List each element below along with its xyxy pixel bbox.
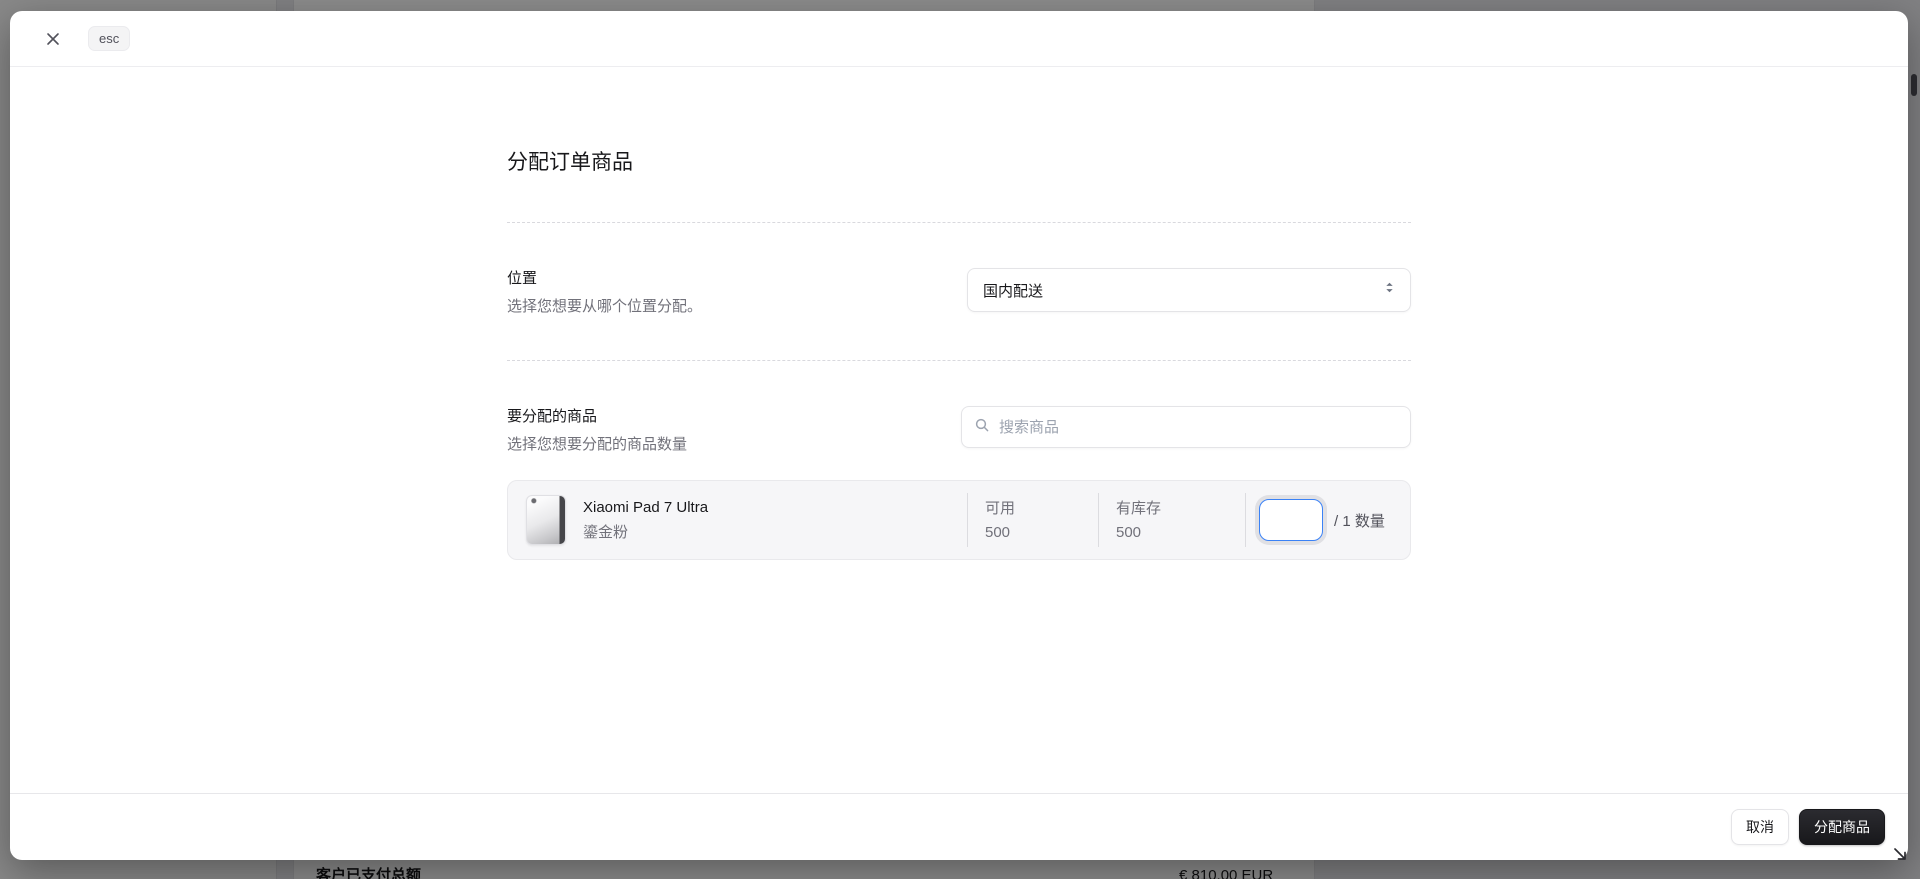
product-text: Xiaomi Pad 7 Ultra 鎏金粉 — [583, 498, 708, 542]
search-icon — [974, 417, 990, 438]
dialog-title: 分配订单商品 — [507, 151, 633, 174]
location-select-value: 国内配送 — [983, 282, 1044, 300]
in-stock-value: 500 — [1116, 523, 1142, 541]
modal-content: 分配订单商品 位置 选择您想要从哪个位置分配。 国内配送 要分配的商品 选择您想… — [507, 67, 1411, 560]
divider — [507, 360, 1411, 361]
location-section: 位置 选择您想要从哪个位置分配。 国内配送 — [507, 268, 1411, 316]
items-label: 要分配的商品 — [507, 408, 598, 425]
close-button[interactable] — [40, 26, 66, 52]
location-label: 位置 — [507, 270, 538, 287]
available-value: 500 — [985, 523, 1011, 541]
in-stock-label: 有库存 — [1116, 499, 1162, 517]
product-row: Xiaomi Pad 7 Ultra 鎏金粉 可用 500 有库存 500 / … — [507, 480, 1411, 560]
items-section: 要分配的商品 选择您想要分配的商品数量 — [507, 406, 1411, 454]
product-row-main: Xiaomi Pad 7 Ultra 鎏金粉 — [508, 481, 967, 559]
location-section-text: 位置 选择您想要从哪个位置分配。 — [507, 268, 951, 316]
modal-footer: 取消 分配商品 — [10, 793, 1908, 860]
available-label: 可用 — [985, 499, 1016, 517]
product-search-box — [961, 406, 1411, 448]
in-stock-stat: 有库存 500 — [1098, 493, 1245, 547]
quantity-cell: / 1 数量 — [1245, 493, 1410, 547]
available-stat: 可用 500 — [967, 493, 1098, 547]
product-thumbnail — [526, 495, 566, 545]
chevron-up-down-icon — [1382, 280, 1397, 300]
allocate-order-items-modal: esc 分配订单商品 位置 选择您想要从哪个位置分配。 国内配送 要分配的商品 … — [10, 11, 1908, 860]
product-variant: 鎏金粉 — [583, 524, 629, 541]
close-icon — [45, 31, 61, 47]
screen: 客户已支付总额 € 810,00 EUR esc 分配订单商品 位置 选择您想要… — [0, 0, 1920, 879]
items-section-text: 要分配的商品 选择您想要分配的商品数量 — [507, 406, 951, 454]
location-select[interactable]: 国内配送 — [967, 268, 1411, 312]
product-search-input[interactable] — [999, 418, 1398, 436]
divider — [507, 222, 1411, 223]
cancel-button[interactable]: 取消 — [1731, 809, 1789, 845]
product-name: Xiaomi Pad 7 Ultra — [583, 499, 709, 516]
modal-header: esc — [10, 11, 1908, 67]
location-description: 选择您想要从哪个位置分配。 — [507, 298, 703, 315]
quantity-input[interactable] — [1259, 499, 1323, 541]
mouse-cursor-icon — [1892, 846, 1910, 869]
modal-body: 分配订单商品 位置 选择您想要从哪个位置分配。 国内配送 要分配的商品 选择您想… — [10, 67, 1908, 793]
items-description: 选择您想要分配的商品数量 — [507, 436, 688, 453]
esc-key-hint: esc — [88, 26, 131, 51]
quantity-suffix: / 1 数量 — [1334, 512, 1385, 530]
allocate-items-button[interactable]: 分配商品 — [1799, 809, 1885, 845]
